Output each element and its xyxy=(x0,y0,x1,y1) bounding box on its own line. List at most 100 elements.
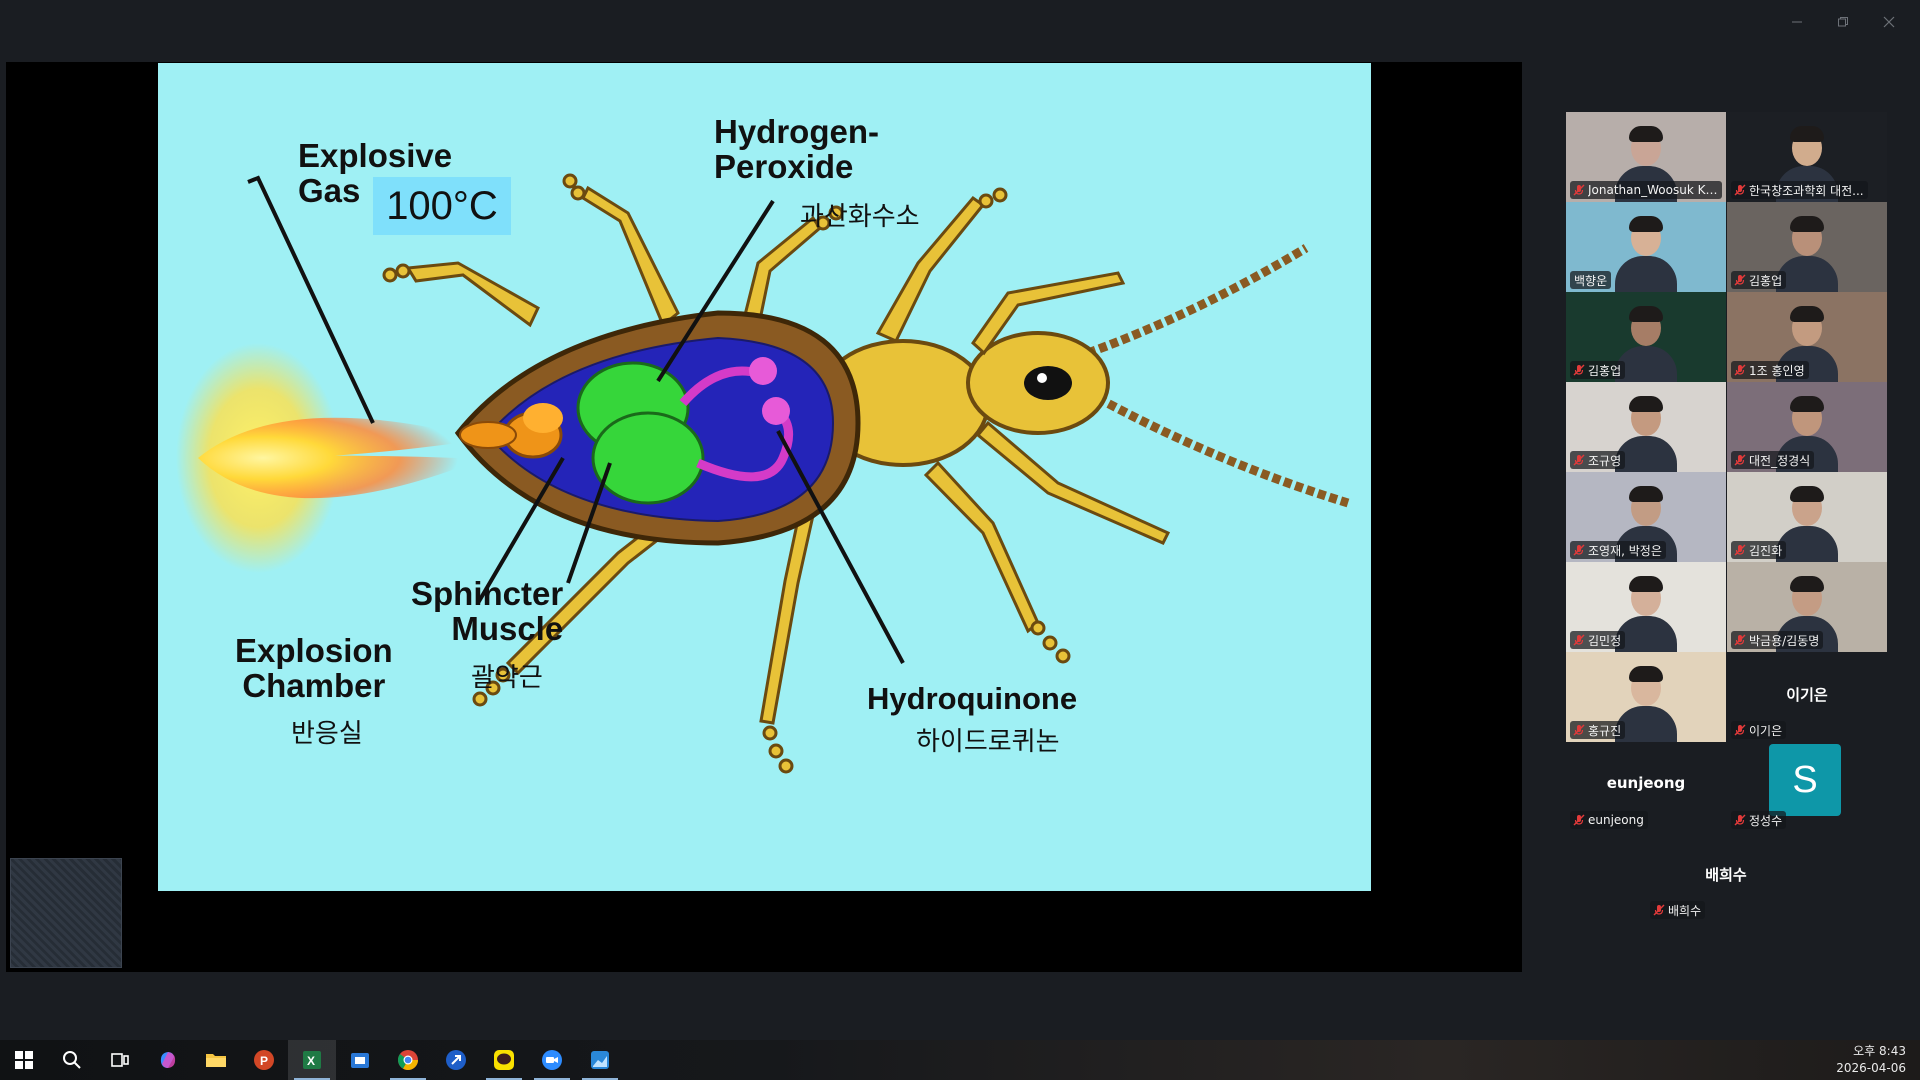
mic-muted-icon xyxy=(1572,723,1586,737)
system-clock[interactable]: 오후 8:43 2026-04-06 xyxy=(1836,1043,1906,1077)
zoom-icon[interactable] xyxy=(528,1040,576,1080)
mic-muted-icon xyxy=(1733,183,1747,197)
clock-date: 2026-04-06 xyxy=(1836,1061,1906,1075)
self-view-thumbnail[interactable] xyxy=(10,858,122,968)
mic-muted-icon xyxy=(1572,363,1586,377)
hydrogen-peroxide-kr-label: 과산화수소 xyxy=(800,202,920,232)
participant-tile[interactable]: 조영재, 박정은 xyxy=(1566,472,1726,562)
participant-name: 정성수 xyxy=(1749,813,1783,828)
participant-name-tag: Jonathan_Woosuk Kim xyxy=(1570,181,1722,199)
participant-display-name: eunjeong xyxy=(1606,774,1686,792)
participant-name: 홍규진 xyxy=(1588,723,1622,738)
mic-muted-icon xyxy=(1733,273,1747,287)
copilot-icon[interactable] xyxy=(144,1040,192,1080)
svg-text:P: P xyxy=(260,1054,268,1068)
participant-display-name: 이기은 xyxy=(1786,686,1828,704)
participant-tile[interactable]: Jonathan_Woosuk Kim xyxy=(1566,112,1726,202)
participant-name: 1조 홍인영 xyxy=(1749,363,1805,378)
minimize-icon[interactable] xyxy=(1774,8,1820,36)
participant-name: 김홍업 xyxy=(1588,363,1622,378)
participant-tile[interactable]: 1조 홍인영 xyxy=(1727,292,1887,382)
mic-muted-icon xyxy=(1733,813,1747,827)
mic-muted-icon xyxy=(1733,543,1747,557)
arrow-app-icon[interactable] xyxy=(432,1040,480,1080)
participant-name: 김홍업 xyxy=(1749,273,1783,288)
mic-muted-icon xyxy=(1733,363,1747,377)
participant-name-tag: 정성수 xyxy=(1731,811,1787,829)
participant-name-tag: eunjeong xyxy=(1570,811,1648,829)
avatar: S xyxy=(1769,744,1841,816)
participant-name-tag: 배희수 xyxy=(1650,901,1706,919)
mic-muted-icon xyxy=(1572,183,1586,197)
participant-name-tag: 김홍업 xyxy=(1570,361,1626,379)
task-view-icon[interactable] xyxy=(96,1040,144,1080)
participant-name: 이기은 xyxy=(1749,723,1783,738)
sphincter-muscle-label: Sphincter Muscle xyxy=(411,575,564,647)
participant-tile[interactable]: eunjeong eunjeong xyxy=(1566,742,1726,832)
file-explorer-icon[interactable] xyxy=(192,1040,240,1080)
participant-name-tag: 홍규진 xyxy=(1570,721,1626,739)
store-icon[interactable] xyxy=(336,1040,384,1080)
participant-tile[interactable]: 배희수 배희수 xyxy=(1646,832,1806,922)
participant-name: 대전_정경식 xyxy=(1749,453,1811,468)
presentation-slide: Explosive Gas 100°C Hydrogen- Peroxide 과… xyxy=(158,63,1371,891)
participant-tile[interactable]: 박금용/김동명 xyxy=(1727,562,1887,652)
participant-name: Jonathan_Woosuk Kim xyxy=(1588,183,1718,197)
participant-silhouette xyxy=(1611,212,1681,292)
mic-muted-icon xyxy=(1572,543,1586,557)
mic-muted-icon xyxy=(1733,633,1747,647)
windows-start-icon[interactable] xyxy=(0,1040,48,1080)
close-icon[interactable] xyxy=(1866,8,1912,36)
temperature-label: 100°C xyxy=(373,177,511,235)
explosion-chamber-label: Explosion Chamber xyxy=(235,632,393,704)
participant-name-tag: 한국창조과학회 대전... xyxy=(1731,181,1868,199)
photo-app-icon[interactable] xyxy=(576,1040,624,1080)
mic-muted-icon xyxy=(1652,903,1666,917)
participant-name-tag: 이기은 xyxy=(1731,721,1787,739)
hydroquinone-kr-label: 하이드로퀴논 xyxy=(916,727,1060,757)
mic-muted-icon xyxy=(1733,723,1747,737)
participant-tile[interactable]: 한국창조과학회 대전... xyxy=(1727,112,1887,202)
participant-display-name: 배희수 xyxy=(1705,866,1747,884)
participant-tile[interactable]: S 정성수 xyxy=(1727,742,1887,832)
participant-tile[interactable]: 김홍업 xyxy=(1566,292,1726,382)
participant-name: 백향운 xyxy=(1574,273,1608,288)
participant-tile[interactable]: 백향운 xyxy=(1566,202,1726,292)
participant-name-tag: 조영재, 박정은 xyxy=(1570,541,1666,559)
participant-name-tag: 김홍업 xyxy=(1731,271,1787,289)
restore-icon[interactable] xyxy=(1820,8,1866,36)
powerpoint-icon[interactable]: P xyxy=(240,1040,288,1080)
mic-muted-icon xyxy=(1572,813,1586,827)
participant-name: 조영재, 박정은 xyxy=(1588,543,1662,558)
participant-name-tag: 박금용/김동명 xyxy=(1731,631,1824,649)
search-icon[interactable] xyxy=(48,1040,96,1080)
participant-tile[interactable]: 김진화 xyxy=(1727,472,1887,562)
participant-tile[interactable]: 김민정 xyxy=(1566,562,1726,652)
participant-name-tag: 백향운 xyxy=(1570,271,1612,289)
participant-name: eunjeong xyxy=(1588,813,1644,827)
participant-tile[interactable]: 홍규진 xyxy=(1566,652,1726,742)
taskbar: P X 오후 8:43 2026-04-06 xyxy=(0,1040,1920,1080)
participant-tile[interactable]: 이기은 이기은 xyxy=(1727,652,1887,742)
chrome-icon[interactable] xyxy=(384,1040,432,1080)
participant-tile[interactable]: 김홍업 xyxy=(1727,202,1887,292)
participant-gallery: Jonathan_Woosuk Kim 한국창조과학회 대전... 백향운 김홍업 김홍… xyxy=(1566,112,1888,932)
explosion-chamber-kr-label: 반응실 xyxy=(291,719,363,749)
sphincter-muscle-kr-label: 괄약근 xyxy=(471,663,543,693)
hydrogen-peroxide-label: Hydrogen- Peroxide xyxy=(714,113,879,185)
participant-name-tag: 1조 홍인영 xyxy=(1731,361,1809,379)
participant-name: 박금용/김동명 xyxy=(1749,633,1820,648)
hydroquinone-label: Hydroquinone xyxy=(867,681,1078,716)
participant-tile[interactable]: 조규영 xyxy=(1566,382,1726,472)
participant-name: 김민정 xyxy=(1588,633,1622,648)
mic-muted-icon xyxy=(1572,633,1586,647)
kakaotalk-icon[interactable] xyxy=(480,1040,528,1080)
excel-icon[interactable]: X xyxy=(288,1040,336,1080)
participant-name: 김진화 xyxy=(1749,543,1783,558)
participant-name-tag: 김민정 xyxy=(1570,631,1626,649)
svg-text:X: X xyxy=(307,1054,315,1068)
screen-share-view[interactable]: Explosive Gas 100°C Hydrogen- Peroxide 과… xyxy=(6,62,1522,972)
participant-name-tag: 조규영 xyxy=(1570,451,1626,469)
participant-name: 조규영 xyxy=(1588,453,1622,468)
participant-tile[interactable]: 대전_정경식 xyxy=(1727,382,1887,472)
